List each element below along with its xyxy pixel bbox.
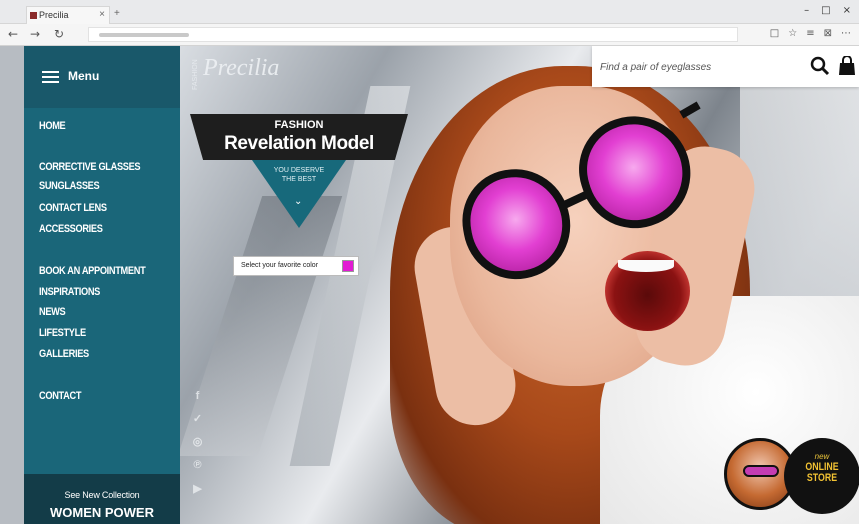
browser-tab[interactable]: Precilia ×	[26, 6, 110, 24]
model-teeth	[618, 260, 674, 272]
pinterest-icon[interactable]: ℗	[190, 458, 205, 473]
hub-icon[interactable]: ≡	[806, 28, 814, 39]
site-logo[interactable]: Precilia	[203, 55, 279, 82]
banner-subtitle: FASHION	[274, 119, 324, 131]
nav-item-sunglasses[interactable]: SUNGLASSES	[39, 180, 100, 192]
shopping-bag-icon[interactable]	[838, 56, 856, 76]
nav-item-accessories[interactable]: ACCESSORIES	[39, 223, 103, 235]
menu-label[interactable]: Menu	[68, 69, 99, 83]
browser-tab-bar: Precilia × + – □ ×	[0, 0, 859, 24]
hamburger-icon[interactable]	[42, 71, 59, 83]
nav-item-corrective-glasses[interactable]: CORRECTIVE GLASSES	[39, 161, 141, 173]
twitter-icon[interactable]: ✓	[190, 412, 205, 427]
menu-toggle[interactable]: Menu	[24, 46, 180, 108]
nav-item-book-appointment[interactable]: BOOK AN APPOINTMENT	[39, 265, 146, 277]
tagline-line: YOU DESERVE	[273, 167, 325, 174]
reading-view-icon[interactable]: □	[770, 28, 779, 39]
search-input[interactable]	[600, 58, 795, 76]
tab-title: Precilia	[39, 10, 69, 20]
tab-close-icon[interactable]: ×	[99, 9, 105, 20]
nav-item-news[interactable]: NEWS	[39, 306, 66, 318]
banner-tagline: YOU DESERVE THE BEST	[252, 166, 346, 184]
online-store-line: STORE	[806, 472, 838, 484]
favicon-icon	[30, 12, 37, 19]
color-picker[interactable]: Select your favorite color	[233, 256, 359, 276]
glasses-temple	[679, 101, 701, 119]
nav-item-inspirations[interactable]: INSPIRATIONS	[39, 286, 100, 298]
url-field[interactable]	[88, 27, 738, 42]
nav-item-lifestyle[interactable]: LIFESTYLE	[39, 327, 86, 339]
maximize-icon[interactable]: □	[821, 5, 830, 16]
browser-address-bar: ← → ↻ □ ☆ ≡ ⊠ ⋯	[0, 24, 859, 46]
new-collection-caption: See New Collection	[64, 490, 140, 500]
nav-item-home[interactable]: HOME	[39, 120, 66, 132]
logo-fashion-label: FASHION	[192, 59, 199, 90]
banner-title: Revelation Model	[224, 133, 374, 154]
promo-glasses	[743, 465, 779, 477]
back-icon[interactable]: ←	[8, 27, 18, 41]
new-tab-icon[interactable]: +	[114, 8, 120, 19]
online-store-label: ONLINE STORE	[792, 462, 853, 484]
search-bar	[592, 46, 859, 87]
color-swatch[interactable]	[342, 260, 354, 272]
facebook-icon[interactable]: f	[190, 389, 205, 404]
youtube-icon[interactable]: ▶	[190, 482, 205, 497]
color-picker-label: Select your favorite color	[241, 262, 319, 269]
instagram-icon[interactable]: ◎	[190, 435, 205, 450]
close-window-icon[interactable]: ×	[843, 5, 851, 16]
new-collection-link[interactable]: See New Collection WOMEN POWER	[24, 474, 180, 524]
nav-item-contact[interactable]: CONTACT	[39, 390, 81, 402]
new-collection-title: WOMEN POWER	[50, 505, 154, 520]
sidebar-nav: Menu HOME CORRECTIVE GLASSES SUNGLASSES …	[24, 46, 180, 524]
online-store-button[interactable]: new ONLINE STORE	[784, 438, 859, 514]
url-text-blurred	[99, 33, 189, 37]
notes-icon[interactable]: ⊠	[824, 28, 832, 39]
minimize-icon[interactable]: –	[804, 5, 809, 16]
more-icon[interactable]: ⋯	[841, 28, 851, 39]
search-icon[interactable]	[810, 56, 830, 76]
refresh-icon[interactable]: ↻	[54, 27, 64, 41]
favorite-star-icon[interactable]: ☆	[788, 28, 797, 39]
web-page: Menu HOME CORRECTIVE GLASSES SUNGLASSES …	[0, 46, 859, 524]
browser-toolbar: □ ☆ ≡ ⊠ ⋯	[770, 28, 851, 39]
nav-item-contact-lens[interactable]: CONTACT LENS	[39, 202, 107, 214]
nav-item-galleries[interactable]: GALLERIES	[39, 348, 89, 360]
online-store-new: new	[814, 452, 830, 461]
forward-icon[interactable]: →	[30, 27, 40, 41]
window-controls: – □ ×	[804, 5, 851, 16]
chevron-down-icon[interactable]: ⌄	[294, 196, 302, 207]
tagline-line: THE BEST	[281, 176, 317, 183]
